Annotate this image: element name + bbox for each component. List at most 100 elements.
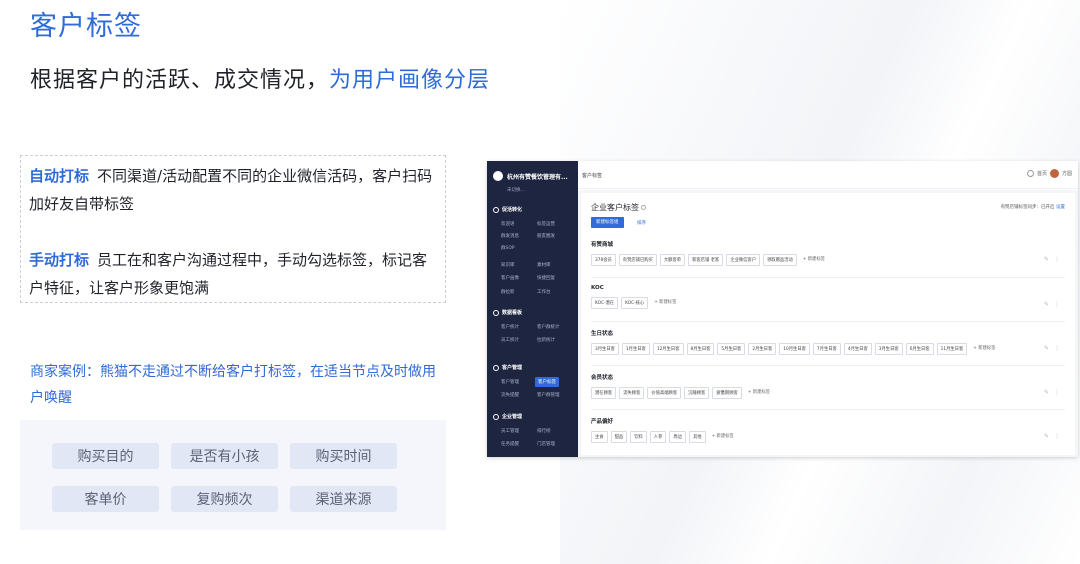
group-actions: ✎⋮ — [1044, 433, 1065, 440]
nav-item[interactable]: 员工统计 — [501, 337, 519, 343]
nav-item[interactable]: 群拉新 — [501, 289, 515, 295]
page-title-text: 企业客户标签 — [591, 203, 639, 212]
drag-icon[interactable]: ⋮ — [1054, 256, 1065, 263]
user-name[interactable]: 方圆 — [1062, 170, 1072, 177]
help-icon[interactable] — [641, 205, 646, 210]
sync-settings-link[interactable]: 设置 — [1056, 205, 1065, 210]
tag[interactable]: 11月生日客 — [936, 343, 968, 355]
tag[interactable]: 人参 — [649, 431, 667, 443]
tag[interactable]: 周边 — [669, 431, 686, 443]
drag-icon[interactable]: ⋮ — [1054, 433, 1065, 440]
nav-item[interactable]: 工作台 — [537, 289, 551, 295]
tag[interactable]: 甜品 — [610, 431, 628, 443]
tag[interactable]: 其他 — [688, 431, 706, 443]
divider — [591, 409, 1065, 410]
tag-group-title: 会员状态 — [591, 375, 614, 381]
edit-icon[interactable]: ✎ — [1044, 433, 1054, 440]
tag[interactable]: 领取赠品活动 — [763, 254, 797, 266]
example-tag: 是否有小孩 — [171, 443, 278, 469]
nav-item[interactable]: 流失提醒 — [501, 392, 519, 398]
nav-section-label: 促活转化 — [502, 207, 523, 213]
nav-item[interactable]: 任务提醒 — [501, 441, 519, 447]
nav-item[interactable]: 标签运营 — [537, 221, 555, 227]
nav-item[interactable]: 知识库 — [501, 262, 515, 268]
nav-item[interactable]: 快捷回复 — [537, 275, 555, 281]
tag[interactable]: 大额客单 — [659, 254, 686, 266]
tag[interactable]: 12月生日客 — [652, 343, 684, 355]
app-screenshot: 杭州有赞餐饮管理有... 未切换... 促活转化 欢迎语 标签运营 群发消息 朋… — [487, 161, 1078, 457]
home-icon[interactable] — [1026, 170, 1034, 177]
tag[interactable]: 疲惫期顾客 — [712, 387, 742, 399]
divider — [591, 321, 1065, 322]
content-panel: 企业客户标签 有赞店铺标签同步：已开启 设置 新建标签组 排序 有赞商城 378… — [581, 193, 1075, 455]
tag[interactable]: 2月生日客 — [748, 343, 777, 355]
brand-logo-icon — [493, 171, 503, 181]
tag[interactable]: 沉睡顾客 — [684, 387, 710, 399]
brand-name: 杭州有赞餐饮管理有... — [507, 173, 568, 181]
tag[interactable]: 潜在顾客 — [591, 387, 617, 399]
tag[interactable]: 企业微信客户 — [726, 254, 760, 266]
tag[interactable]: KOC-核心 — [621, 297, 649, 309]
tag[interactable]: 流失顾客 — [619, 387, 645, 399]
nav-item[interactable]: 欢迎语 — [501, 221, 515, 227]
nav-item[interactable]: 客户统计 — [501, 324, 519, 330]
example-tag: 复购频次 — [171, 486, 278, 512]
drag-icon[interactable]: ⋮ — [1054, 301, 1065, 308]
nav-item-customer-tags[interactable]: 客户标签 — [535, 377, 559, 387]
nav-section-promotion[interactable]: 促活转化 — [493, 206, 522, 213]
page-title: 企业客户标签 — [591, 202, 646, 213]
tag[interactable]: KOC-潜在 — [591, 297, 619, 309]
edit-icon[interactable]: ✎ — [1044, 301, 1054, 308]
tag[interactable]: 有赞店铺已购买 — [618, 254, 657, 266]
nav-section-enterprise[interactable]: 企业管理 — [493, 413, 522, 420]
tag[interactable]: 4月生日客 — [843, 343, 872, 355]
add-tag-button[interactable]: + 新建标签 — [651, 297, 679, 309]
slide-title: 客户标签 — [30, 11, 142, 42]
manual-tag-label: 手动打标 — [29, 251, 90, 269]
tag[interactable]: 1月生日客 — [621, 343, 650, 355]
nav-item[interactable]: 门店管理 — [537, 441, 555, 447]
nav-item[interactable]: 员工管理 — [501, 428, 519, 434]
add-tag-button[interactable]: + 新建标签 — [800, 254, 828, 266]
brand[interactable]: 杭州有赞餐饮管理有... — [493, 171, 568, 181]
nav-item[interactable]: 拉新统计 — [537, 337, 555, 343]
nav-section-customer[interactable]: 客户管理 — [493, 364, 522, 371]
nav-item[interactable]: 群SOP — [501, 245, 515, 251]
section-icon — [493, 413, 499, 420]
drag-icon[interactable]: ⋮ — [1054, 389, 1065, 396]
tag[interactable]: 3月生日客 — [874, 343, 903, 355]
nav-item[interactable]: 客户群管理 — [537, 392, 560, 398]
tag[interactable]: 新客店铺 老客 — [688, 254, 724, 266]
nav-item[interactable]: 朋友圈发 — [537, 233, 555, 239]
edit-icon[interactable]: ✎ — [1044, 389, 1054, 396]
tag[interactable]: 10月生日客 — [779, 343, 810, 355]
tag[interactable]: 7月生日客 — [812, 343, 841, 355]
tag-group-title: 有赞商城 — [591, 242, 614, 248]
nav-item[interactable]: 排行榜 — [537, 428, 551, 434]
drag-icon[interactable]: ⋮ — [1054, 345, 1065, 352]
tag[interactable]: 饮料 — [630, 431, 647, 443]
edit-icon[interactable]: ✎ — [1044, 345, 1054, 352]
nav-section-dashboard[interactable]: 数据看板 — [493, 309, 522, 316]
add-tag-button[interactable]: + 新建标签 — [745, 387, 773, 399]
tag[interactable]: 价值高端顾客 — [647, 387, 682, 399]
tag[interactable]: 5月生日客 — [717, 343, 746, 355]
nav-item[interactable]: 客户画像 — [501, 275, 519, 281]
home-link[interactable]: 首页 — [1037, 170, 1047, 177]
tag[interactable]: 主食 — [591, 431, 608, 443]
new-tag-group-button[interactable]: 新建标签组 — [591, 217, 624, 228]
tag[interactable]: 8月生日客 — [686, 343, 715, 355]
add-tag-button[interactable]: + 新建标签 — [970, 343, 998, 355]
sync-note: 有赞店铺标签同步：已开启 设置 — [1001, 204, 1065, 210]
tag[interactable]: 378会员 — [591, 254, 616, 266]
nav-item[interactable]: 素材库 — [537, 262, 551, 268]
sort-button[interactable]: 排序 — [637, 220, 646, 226]
nav-item[interactable]: 客户管理 — [501, 379, 519, 385]
nav-item[interactable]: 客户群统计 — [537, 324, 560, 330]
nav-item[interactable]: 群发消息 — [501, 233, 519, 239]
avatar[interactable] — [1049, 169, 1059, 178]
add-tag-button[interactable]: + 新建标签 — [709, 431, 737, 443]
edit-icon[interactable]: ✎ — [1044, 256, 1054, 263]
tag[interactable]: 6月生日客 — [905, 343, 934, 355]
tag[interactable]: 3月生日客 — [591, 343, 619, 355]
